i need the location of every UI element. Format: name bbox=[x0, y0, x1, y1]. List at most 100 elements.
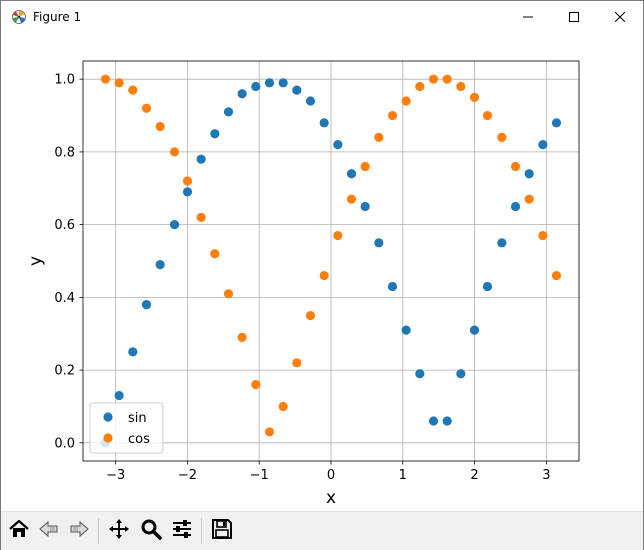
sin-point bbox=[278, 78, 288, 88]
sin-point bbox=[114, 390, 124, 401]
legend-label: cos bbox=[128, 432, 150, 447]
cos-point bbox=[169, 147, 180, 157]
cos-point bbox=[305, 310, 316, 321]
minimize-icon bbox=[523, 12, 533, 22]
cos-point bbox=[538, 230, 548, 241]
sin-point bbox=[469, 325, 480, 335]
legend-label: sin bbox=[128, 411, 147, 426]
y-tick-label: 0.8 bbox=[54, 145, 75, 160]
floppy-disk-icon bbox=[210, 517, 234, 545]
sin-point bbox=[319, 118, 329, 128]
cos-point bbox=[196, 212, 206, 222]
sin-point bbox=[551, 118, 562, 128]
sin-point bbox=[482, 281, 493, 292]
scatter-chart: −3 −2 −1 0 1 2 3 0.0 0.2 0.4 0.6 0.8 1.0 x y sin cos bbox=[26, 60, 580, 508]
sin-point bbox=[360, 201, 370, 212]
cos-point bbox=[469, 92, 480, 102]
close-icon bbox=[615, 12, 625, 22]
save-button[interactable] bbox=[208, 517, 236, 545]
cos-point bbox=[223, 289, 234, 299]
home-button[interactable] bbox=[5, 517, 33, 545]
sin-point bbox=[428, 416, 439, 426]
cos-point bbox=[114, 78, 124, 88]
cos-point bbox=[387, 110, 398, 121]
sin-point bbox=[510, 201, 521, 212]
cos-point bbox=[415, 81, 425, 92]
cos-point bbox=[278, 401, 288, 412]
forward-button[interactable] bbox=[65, 517, 93, 545]
cos-point bbox=[482, 110, 493, 121]
cos-point bbox=[333, 230, 343, 241]
y-tick-label: 1.0 bbox=[54, 73, 75, 88]
sin-point bbox=[169, 220, 180, 230]
cos-point bbox=[401, 96, 411, 106]
cos-point bbox=[360, 161, 370, 172]
x-axis-label: x bbox=[326, 488, 336, 508]
x-tick-label: 1 bbox=[399, 468, 407, 483]
sin-point bbox=[524, 169, 534, 179]
window-title: Figure 1 bbox=[33, 10, 82, 24]
sin-point bbox=[264, 78, 275, 88]
sin-point bbox=[155, 260, 165, 270]
sin-point bbox=[223, 107, 234, 117]
close-button[interactable] bbox=[597, 1, 643, 33]
cos-point bbox=[456, 81, 466, 92]
cos-point bbox=[346, 194, 357, 204]
sin-point bbox=[196, 154, 206, 164]
cos-point bbox=[237, 332, 247, 342]
sin-point bbox=[333, 140, 343, 150]
y-axis-label: y bbox=[26, 256, 46, 266]
sin-point bbox=[141, 300, 152, 310]
cos-point bbox=[128, 85, 138, 95]
sin-point bbox=[237, 89, 247, 99]
sin-point bbox=[305, 96, 316, 106]
legend-box bbox=[89, 402, 164, 454]
y-tick-label: 0.2 bbox=[54, 364, 75, 379]
x-tick-label: 0 bbox=[327, 468, 335, 483]
sin-point bbox=[210, 129, 220, 139]
sin-point bbox=[497, 238, 507, 248]
cos-point bbox=[510, 161, 521, 172]
cos-point bbox=[182, 176, 193, 186]
y-tick-label: 0.0 bbox=[54, 436, 75, 451]
x-tick-label: 2 bbox=[470, 468, 478, 483]
sin-point bbox=[538, 140, 548, 150]
sin-point bbox=[456, 369, 466, 379]
move-icon bbox=[107, 517, 131, 545]
matplotlib-figure-icon bbox=[11, 9, 27, 25]
arrow-left-icon bbox=[37, 517, 61, 545]
toolbar-separator bbox=[98, 518, 99, 544]
legend-marker bbox=[103, 412, 113, 422]
figure-window: Figure 1 −3 −2 −1 0 1 2 3 0.0 0.2 0.4 0.6 0.8 1.0 x y s… bbox=[0, 0, 644, 550]
cos-point bbox=[442, 74, 452, 84]
maximize-icon bbox=[569, 12, 579, 22]
x-tick-label: −2 bbox=[178, 468, 197, 483]
legend-marker bbox=[103, 433, 113, 443]
cos-point bbox=[551, 270, 562, 281]
y-tick-label: 0.4 bbox=[54, 291, 75, 306]
navigation-toolbar bbox=[1, 511, 643, 550]
maximize-button[interactable] bbox=[551, 1, 597, 33]
title-bar[interactable]: Figure 1 bbox=[1, 1, 643, 33]
cos-point bbox=[100, 74, 111, 84]
sin-point bbox=[182, 187, 193, 197]
toolbar-separator bbox=[201, 518, 202, 544]
sin-point bbox=[415, 369, 425, 379]
x-tick-label: −1 bbox=[250, 468, 269, 483]
cos-point bbox=[141, 103, 152, 113]
back-button[interactable] bbox=[35, 517, 63, 545]
home-icon bbox=[7, 517, 31, 545]
cos-point bbox=[428, 74, 439, 84]
sin-point bbox=[442, 416, 452, 426]
figure-canvas[interactable]: −3 −2 −1 0 1 2 3 0.0 0.2 0.4 0.6 0.8 1.0 x y sin cos bbox=[1, 33, 643, 511]
sin-point bbox=[374, 238, 384, 248]
sliders-icon bbox=[170, 517, 194, 545]
cos-point bbox=[497, 132, 507, 142]
sin-point bbox=[387, 281, 398, 292]
y-tick-label: 0.6 bbox=[54, 218, 75, 233]
minimize-button[interactable] bbox=[505, 1, 551, 33]
cos-point bbox=[292, 358, 302, 368]
configure-subplots-button[interactable] bbox=[168, 517, 196, 545]
zoom-button[interactable] bbox=[137, 517, 165, 545]
pan-button[interactable] bbox=[105, 517, 133, 545]
